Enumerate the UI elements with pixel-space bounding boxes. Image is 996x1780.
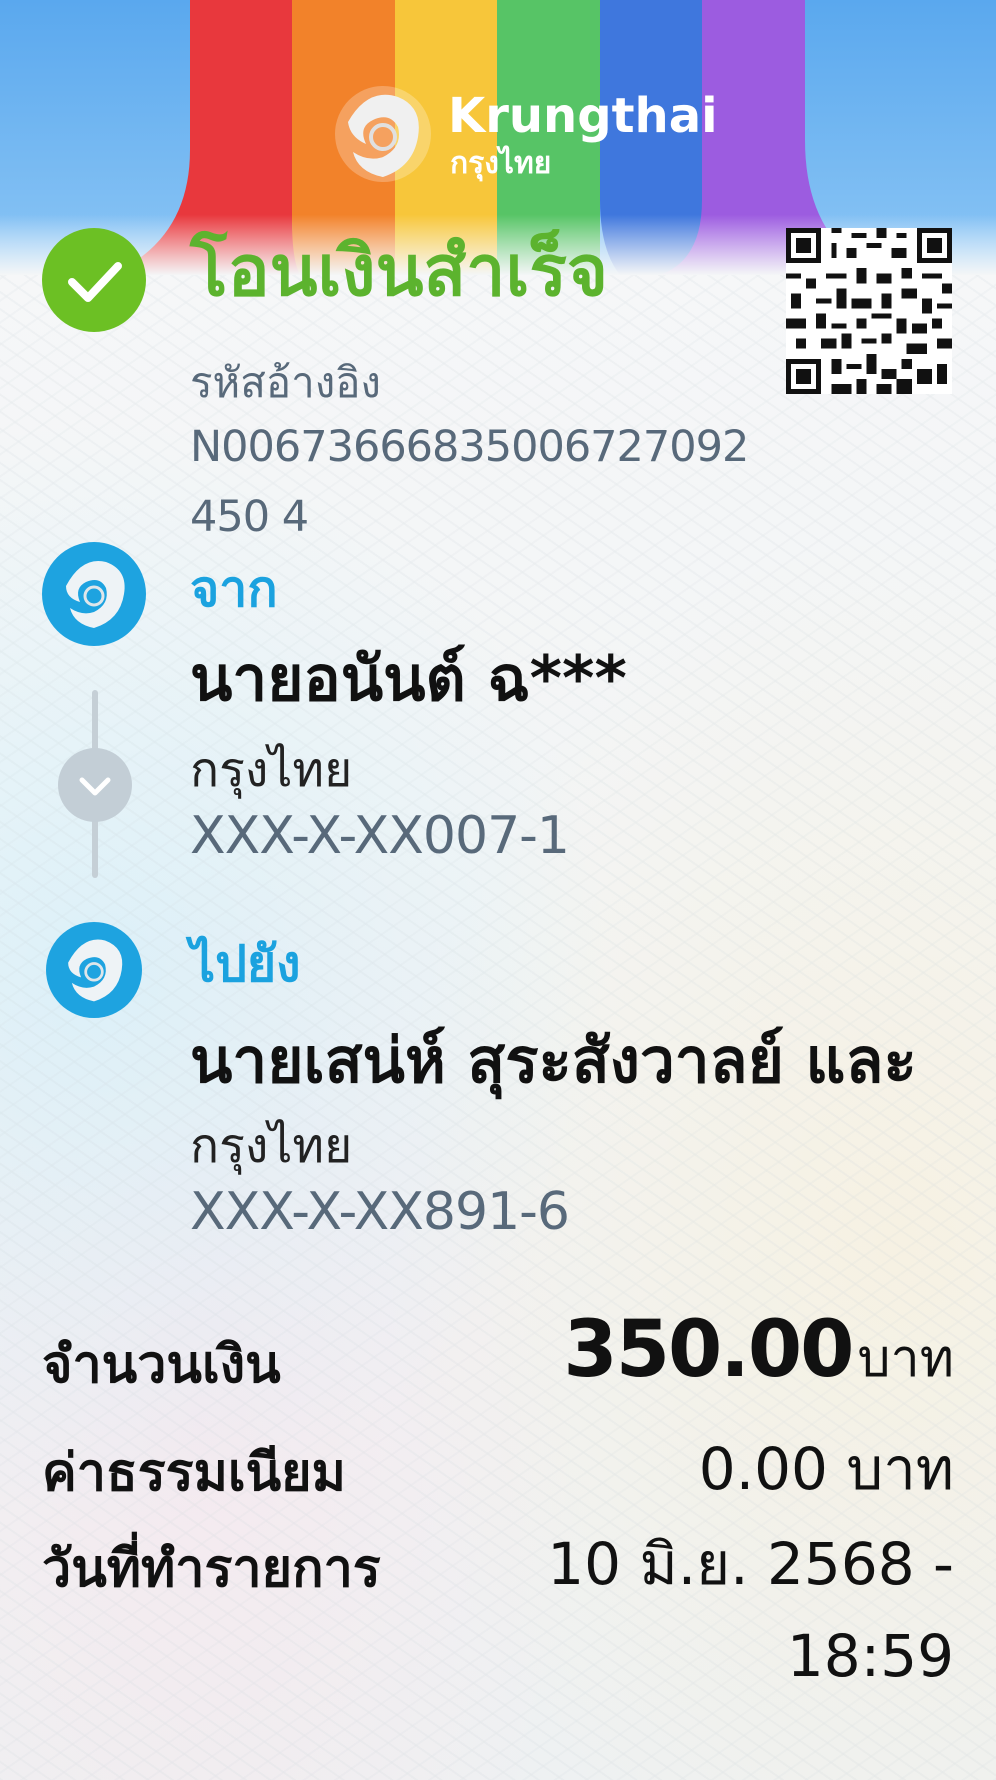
to-account-number: XXX-X-XX891-6 <box>190 1182 570 1242</box>
to-label: ไปยัง <box>190 935 301 993</box>
success-check-icon <box>42 228 146 332</box>
from-label: จาก <box>190 560 278 618</box>
amount-currency: บาท <box>857 1329 954 1389</box>
from-bank-logo <box>42 542 146 646</box>
amount-value: 350.00 <box>563 1305 854 1395</box>
brand-name-en: Krungthai <box>448 88 718 144</box>
transaction-date-value: 10 มิ.ย. 2568 - 18:59 <box>547 1530 954 1690</box>
reference-value: N00673666835006727092450 4 <box>190 422 749 542</box>
amount-value-row: 350.00 บาท <box>563 1305 954 1399</box>
status-title: โอนเงินสำเร็จ <box>190 230 609 312</box>
krungthai-logo-icon <box>335 86 431 182</box>
from-bank-name: กรุงไทย <box>190 742 353 798</box>
transfer-direction <box>58 748 132 822</box>
transaction-date-label: วันที่ทำรายการ <box>42 1539 381 1599</box>
krungthai-logo-icon <box>68 939 123 1002</box>
from-account-number: XXX-X-XX007-1 <box>190 806 570 866</box>
reference-label: รหัสอ้างอิง <box>190 358 381 407</box>
fee-value: 0.00 บาท <box>698 1435 954 1503</box>
krungthai-logo-icon <box>66 561 125 628</box>
chevron-down-icon <box>79 777 111 796</box>
amount-label: จำนวนเงิน <box>42 1335 281 1395</box>
fee-label: ค่าธรรมเนียม <box>42 1443 346 1503</box>
to-bank-logo <box>46 922 142 1018</box>
from-account-name: นายอนันต์ ฉ*** <box>190 642 627 715</box>
brand-name-th: กรุงไทย <box>450 146 552 181</box>
to-account-name: นายเสน่ห์ สุระสังวาลย์ และ <box>190 1024 917 1097</box>
qr-code-icon[interactable] <box>786 228 952 394</box>
to-bank-name: กรุงไทย <box>190 1118 353 1174</box>
check-icon <box>68 262 122 302</box>
